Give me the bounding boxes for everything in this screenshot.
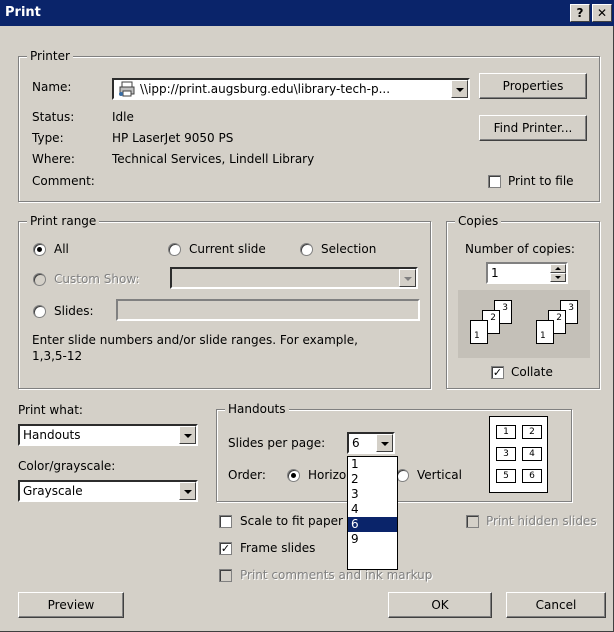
order-horizontal-label[interactable]: Horizontal: [308, 468, 348, 482]
ok-button[interactable]: OK: [388, 592, 492, 618]
slides-per-page-value: 6: [352, 436, 360, 450]
print-range-legend: Print range: [27, 214, 100, 228]
printer-name-select[interactable]: \\ipp://print.augsburg.edu\library-tech-…: [112, 78, 470, 100]
slides-per-page-option-selected[interactable]: 6: [348, 517, 397, 532]
print-comments-checkbox[interactable]: [219, 569, 232, 582]
collate-page-icon: 1: [536, 320, 554, 344]
range-custom-show-radio[interactable]: [33, 273, 46, 286]
handout-slide-thumb: 4: [522, 447, 542, 461]
color-select[interactable]: Grayscale: [18, 480, 198, 502]
range-selection-label[interactable]: Selection: [321, 242, 376, 256]
range-custom-show-label: Custom Show:: [54, 272, 140, 286]
frame-slides-checkbox[interactable]: ✓: [219, 542, 232, 555]
color-label: Color/grayscale:: [18, 459, 116, 473]
type-value: HP LaserJet 9050 PS: [112, 131, 234, 145]
slides-per-page-dropdown-list: 1 2 3 4 6 9: [347, 456, 398, 570]
handout-slide-thumb: 6: [522, 469, 542, 483]
range-selection-radio[interactable]: [300, 243, 313, 256]
range-all-label[interactable]: All: [54, 242, 69, 256]
slides-per-page-option[interactable]: 1: [348, 457, 397, 472]
collate-page-icon: 1: [470, 320, 488, 344]
slides-input[interactable]: [116, 299, 420, 321]
collate-illustration: 3 2 1 3 2 1: [458, 290, 590, 358]
order-vertical-label[interactable]: Vertical: [417, 468, 462, 482]
print-what-label: Print what:: [18, 403, 83, 417]
range-slides-label[interactable]: Slides:: [54, 304, 94, 318]
handout-slide-thumb: 1: [496, 425, 516, 439]
slides-per-page-option[interactable]: 2: [348, 472, 397, 487]
range-slides-radio[interactable]: [33, 305, 46, 318]
handout-preview: 1 2 3 4 5 6: [489, 416, 548, 493]
range-all-radio[interactable]: [33, 243, 46, 256]
name-label: Name:: [32, 80, 72, 94]
type-label: Type:: [32, 131, 64, 145]
preview-button[interactable]: Preview: [18, 592, 124, 618]
handout-slide-thumb: 5: [496, 469, 516, 483]
print-to-file-checkbox[interactable]: [488, 175, 501, 188]
order-label: Order:: [228, 468, 266, 482]
print-dialog: Print ? ✕ Printer Name: \\ipp://print.au…: [0, 0, 614, 632]
custom-show-select[interactable]: [170, 267, 418, 289]
range-hint-example: 1,3,5-12: [32, 349, 83, 363]
print-what-select[interactable]: Handouts: [18, 424, 198, 446]
copies-label: Number of copies:: [465, 242, 575, 256]
print-comments-label: Print comments and ink markup: [240, 568, 433, 582]
printer-icon: [118, 81, 136, 97]
slides-per-page-option[interactable]: 4: [348, 502, 397, 517]
range-current-slide-label[interactable]: Current slide: [189, 242, 266, 256]
handout-slide-thumb: 3: [496, 447, 516, 461]
help-button[interactable]: ?: [570, 4, 590, 22]
copies-legend: Copies: [455, 214, 502, 228]
print-hidden-checkbox[interactable]: [466, 515, 479, 528]
close-button[interactable]: ✕: [592, 4, 612, 22]
comment-label: Comment:: [32, 174, 95, 188]
window-title: Print: [5, 5, 41, 20]
copies-up-arrow-icon[interactable]: [550, 264, 566, 273]
slides-per-page-select[interactable]: 6: [347, 432, 395, 454]
collate-checkbox[interactable]: ✓: [491, 366, 504, 379]
where-label: Where:: [32, 152, 75, 166]
find-printer-button[interactable]: Find Printer...: [479, 115, 587, 141]
frame-slides-label[interactable]: Frame slides: [240, 541, 315, 555]
print-what-value: Handouts: [23, 428, 81, 442]
handouts-legend: Handouts: [225, 402, 289, 416]
slides-per-page-dropdown-button[interactable]: [376, 434, 393, 452]
where-value: Technical Services, Lindell Library: [112, 152, 315, 166]
color-dropdown-button[interactable]: [179, 482, 196, 500]
scale-to-fit-checkbox[interactable]: [219, 515, 232, 528]
properties-button[interactable]: Properties: [479, 73, 587, 99]
range-hint: Enter slide numbers and/or slide ranges.…: [32, 333, 358, 347]
slides-per-page-option[interactable]: 3: [348, 487, 397, 502]
order-horizontal-radio[interactable]: [287, 469, 300, 482]
slides-per-page-label: Slides per page:: [228, 436, 326, 450]
copies-down-arrow-icon[interactable]: [550, 273, 566, 282]
status-value: Idle: [112, 110, 134, 124]
print-to-file-label[interactable]: Print to file: [508, 174, 574, 188]
title-bar: Print ? ✕: [0, 0, 614, 26]
handout-slide-thumb: 2: [522, 425, 542, 439]
status-label: Status:: [32, 110, 75, 124]
copies-value: 1: [491, 266, 499, 280]
custom-show-dropdown-button[interactable]: [399, 269, 416, 287]
copies-input[interactable]: 1: [486, 262, 568, 284]
collate-label[interactable]: Collate: [511, 365, 553, 379]
printer-name-dropdown-button[interactable]: [451, 80, 468, 98]
copies-spinner[interactable]: [550, 264, 566, 282]
print-what-dropdown-button[interactable]: [179, 426, 196, 444]
color-value: Grayscale: [23, 484, 83, 498]
printer-name-value: \\ipp://print.augsburg.edu\library-tech-…: [140, 82, 391, 96]
printer-legend: Printer: [27, 49, 73, 63]
scale-to-fit-label[interactable]: Scale to fit paper: [240, 514, 343, 528]
cancel-button[interactable]: Cancel: [506, 592, 606, 618]
print-hidden-label: Print hidden slides: [486, 514, 597, 528]
range-current-slide-radio[interactable]: [168, 243, 181, 256]
slides-per-page-option[interactable]: 9: [348, 532, 397, 547]
